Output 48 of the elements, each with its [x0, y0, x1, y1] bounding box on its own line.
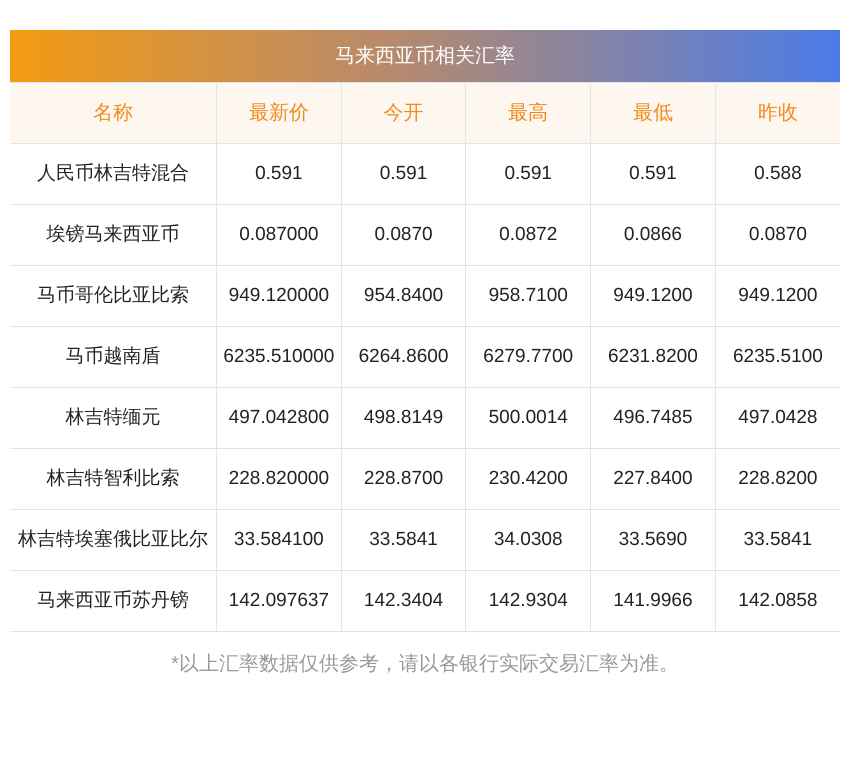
table-cell: 人民币林吉特混合	[10, 144, 216, 204]
table-cell: 228.820000	[216, 448, 342, 510]
table-cell: 500.0014	[466, 388, 591, 448]
table-cell: 0.591	[216, 144, 342, 204]
table-title: 马来西亚币相关汇率	[10, 30, 840, 82]
table-cell: 0.591	[341, 144, 466, 204]
table-cell: 949.120000	[216, 266, 342, 326]
column-header: 昨收	[715, 82, 840, 144]
column-header: 今开	[341, 82, 466, 144]
table-cell: 142.9304	[466, 570, 591, 632]
table-cell: 0.087000	[216, 204, 342, 266]
table-cell: 230.4200	[466, 448, 591, 510]
table-cell: 马币越南盾	[10, 326, 216, 388]
table-cell: 958.7100	[466, 266, 591, 326]
table-cell: 33.5841	[341, 510, 466, 570]
table-cell: 6231.8200	[590, 326, 716, 388]
table-cell: 141.9966	[590, 570, 716, 632]
table-cell: 33.5690	[590, 510, 716, 570]
table-cell: 0.591	[590, 144, 716, 204]
table-cell: 林吉特缅元	[10, 388, 216, 448]
table-cell: 496.7485	[590, 388, 716, 448]
table-cell: 228.8700	[341, 448, 466, 510]
table-cell: 954.8400	[341, 266, 466, 326]
table-cell: 0.0872	[466, 204, 591, 266]
footnote: *以上汇率数据仅供参考，请以各银行实际交易汇率为准。	[170, 652, 680, 677]
table-cell: 0.0870	[341, 204, 466, 266]
table-cell: 6279.7700	[466, 326, 591, 388]
table-cell: 马币哥伦比亚比索	[10, 266, 216, 326]
table-cell: 227.8400	[590, 448, 716, 510]
table-cell: 6235.510000	[216, 326, 342, 388]
table-cell: 0.0866	[590, 204, 716, 266]
column-header: 最新价	[216, 82, 342, 144]
table-cell: 埃镑马来西亚币	[10, 204, 216, 266]
table-cell: 142.3404	[341, 570, 466, 632]
table-cell: 949.1200	[590, 266, 716, 326]
table-cell: 497.042800	[216, 388, 342, 448]
column-header: 名称	[10, 82, 216, 144]
table-cell: 马来西亚币苏丹镑	[10, 570, 216, 632]
table-cell: 498.8149	[341, 388, 466, 448]
table-cell: 林吉特智利比索	[10, 448, 216, 510]
table-cell: 34.0308	[466, 510, 591, 570]
table-cell: 33.584100	[216, 510, 342, 570]
table-cell: 142.097637	[216, 570, 342, 632]
table-cell: 0.591	[466, 144, 591, 204]
table-cell: 6264.8600	[341, 326, 466, 388]
column-header: 最高	[466, 82, 591, 144]
table-cell: 林吉特埃塞俄比亚比尔	[10, 510, 216, 570]
column-header: 最低	[590, 82, 716, 144]
